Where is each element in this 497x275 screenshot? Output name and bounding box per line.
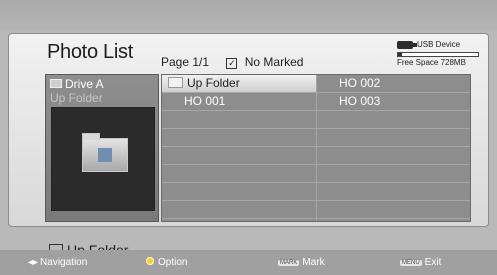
usb-device-label: USB Device [417,40,461,49]
top-bar [0,0,497,31]
option-hint[interactable]: Option [146,257,187,268]
grid-item-label: HO 002 [339,76,381,90]
grid-item-ho-003[interactable]: HO 003 [317,93,470,110]
drive-panel: Drive A Up Folder [45,74,159,222]
drive-name: Drive A [65,77,104,91]
grid-row-empty [162,183,470,201]
grid-item-ho-002[interactable]: HO 002 [317,75,470,92]
page-indicator: Page 1/1 [161,55,210,69]
key-guide-bar: ◂▸ Navigation Option MARK Mark MENU Exit [0,250,497,275]
free-space-bar [397,52,479,57]
grid-row: Up Folder HO 002 [162,75,470,93]
grid-row-empty [162,147,470,165]
menu-key-icon: MENU [400,260,422,266]
folder-preview [51,107,155,211]
current-folder: Up Folder [50,91,103,105]
grid-row-empty [162,201,470,219]
navigation-arrows-icon: ◂▸ [28,257,39,268]
grid-row-empty [162,165,470,183]
mark-checkbox-icon: ✓ [226,58,238,69]
free-space-text: Free Space 728MB [397,58,466,67]
folder-thumbnail-icon [82,133,128,172]
grid-item-label: HO 003 [339,94,381,108]
grid-item-label: Up Folder [187,76,240,90]
grid-row: HO 001 HO 003 [162,93,470,111]
exit-hint[interactable]: MENU Exit [400,257,441,268]
folder-icon [168,77,183,88]
grid-item-ho-001[interactable]: HO 001 [162,93,316,110]
navigation-hint: ◂▸ Navigation [28,257,88,268]
marked-status: No Marked [244,55,304,69]
option-button-icon [146,257,154,265]
grid-item-up-folder[interactable]: Up Folder [162,75,316,92]
grid-item-label: HO 001 [184,94,226,108]
file-grid: Up Folder HO 002 HO 001 HO 003 [161,74,471,222]
page-title: Photo List [47,41,133,63]
mark-hint[interactable]: MARK Mark [278,257,325,268]
photo-list-panel: Photo List Page 1/1 ✓ No Marked USB Devi… [8,33,489,258]
usb-icon [397,41,417,49]
usb-device-info: USB Device Free Space 728MB [393,39,483,69]
grid-row-empty [162,129,470,147]
drive-icon [50,79,62,88]
mark-key-icon: MARK [278,260,300,266]
grid-row-empty [162,111,470,129]
page-info: Page 1/1 ✓ No Marked [161,55,303,69]
